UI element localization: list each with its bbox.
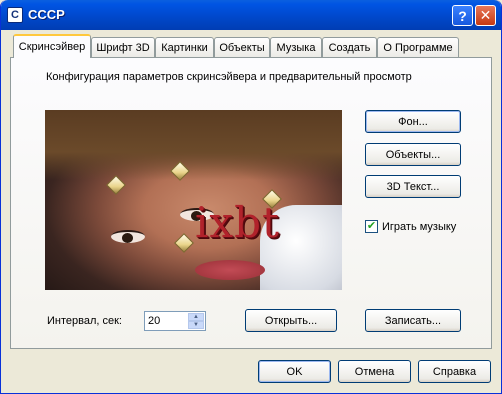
help-button[interactable]: ?: [452, 5, 473, 26]
save-button[interactable]: Записать...: [365, 309, 461, 332]
close-button[interactable]: ✕: [475, 5, 496, 26]
dialog-window: C СССР ? ✕ Скринсэйвер Шрифт 3D Картинки…: [0, 0, 502, 394]
help-dialog-button[interactable]: Справка: [418, 360, 491, 383]
spin-down-icon[interactable]: ▼: [188, 321, 204, 329]
sparkle-icon: [174, 233, 194, 253]
tab-objects[interactable]: Объекты: [214, 37, 270, 57]
app-icon-letter: C: [11, 9, 19, 21]
spin-up-icon[interactable]: ▲: [188, 313, 204, 321]
tab-screensaver[interactable]: Скринсэйвер: [13, 34, 91, 58]
interval-label: Интервал, сек:: [47, 315, 122, 327]
interval-input[interactable]: [146, 313, 192, 329]
background-button[interactable]: Фон...: [365, 110, 461, 133]
play-music-checkbox[interactable]: ✔: [365, 220, 378, 233]
hair-shape: [45, 110, 342, 180]
interval-spinbox[interactable]: ▲ ▼: [144, 311, 206, 331]
text-3d-button[interactable]: 3D Текст...: [365, 175, 461, 198]
cancel-button[interactable]: Отмена: [338, 360, 411, 383]
ok-button[interactable]: OK: [258, 360, 331, 383]
window-title: СССР: [28, 7, 65, 22]
tab-about[interactable]: О Программе: [377, 37, 459, 57]
preview-3d-text: ixbt: [195, 198, 280, 247]
play-music-option[interactable]: ✔ Играть музыку: [365, 220, 456, 233]
spin-arrows: ▲ ▼: [188, 313, 204, 329]
eye-left: [111, 230, 145, 243]
tab-music[interactable]: Музыка: [270, 37, 322, 57]
tab-pictures[interactable]: Картинки: [155, 37, 214, 57]
tab-create[interactable]: Создать: [322, 37, 377, 57]
title-bar[interactable]: C СССР ? ✕: [1, 0, 501, 30]
pupil-left: [122, 233, 133, 243]
objects-button[interactable]: Объекты...: [365, 143, 461, 166]
lips-shape: [195, 260, 265, 280]
open-button[interactable]: Открыть...: [245, 309, 337, 332]
app-icon[interactable]: C: [7, 7, 23, 23]
panel-description: Конфигурация параметров скринсэйвера и п…: [46, 71, 412, 83]
play-music-label: Играть музыку: [382, 220, 457, 233]
tab-font-3d[interactable]: Шрифт 3D: [91, 37, 155, 57]
preview-image: ixbt: [45, 110, 342, 290]
